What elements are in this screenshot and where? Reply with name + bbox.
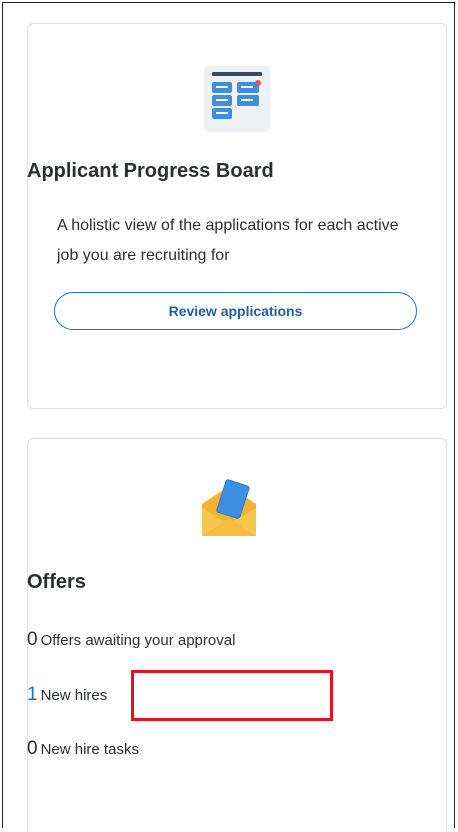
offers-awaiting-approval-link[interactable]: 0 Offers awaiting your approval [27, 629, 447, 651]
envelope-offer-icon [201, 479, 256, 536]
review-applications-button[interactable]: Review applications [54, 292, 417, 330]
offers-awaiting-label: Offers awaiting your approval [40, 632, 236, 649]
kanban-board-icon [204, 66, 270, 132]
new-hires-link[interactable]: 1 New hires [27, 684, 447, 706]
new-hires-label: New hires [40, 687, 108, 704]
new-hires-count: 1 [27, 684, 38, 705]
new-hire-tasks-label: New hire tasks [40, 741, 139, 758]
new-hire-tasks-count: 0 [27, 738, 38, 759]
applicant-progress-board-title: Applicant Progress Board [27, 160, 274, 182]
panel-frame: Applicant Progress Board A holistic view… [2, 2, 455, 832]
offers-title: Offers [27, 571, 86, 593]
offers-awaiting-count: 0 [27, 629, 38, 650]
new-hire-tasks-link[interactable]: 0 New hire tasks [27, 738, 447, 760]
applicant-progress-board-description: A holistic view of the applications for … [57, 217, 399, 264]
